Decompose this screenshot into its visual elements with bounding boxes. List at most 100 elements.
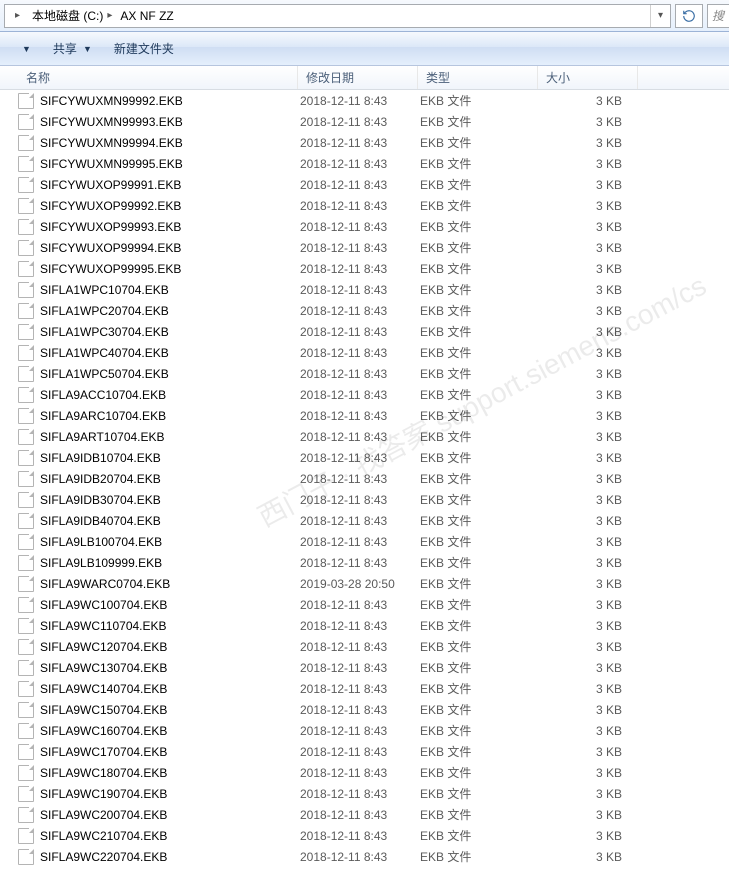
- file-name: SIFLA9IDB30704.EKB: [40, 493, 298, 507]
- column-date[interactable]: 修改日期: [298, 66, 418, 89]
- file-row[interactable]: SIFCYWUXOP99994.EKB2018-12-11 8:43EKB 文件…: [0, 237, 729, 258]
- file-date: 2018-12-11 8:43: [298, 241, 418, 255]
- file-row[interactable]: SIFLA9WC190704.EKB2018-12-11 8:43EKB 文件3…: [0, 783, 729, 804]
- file-row[interactable]: SIFLA9LB100704.EKB2018-12-11 8:43EKB 文件3…: [0, 531, 729, 552]
- file-size: 3 KB: [538, 136, 630, 150]
- column-type[interactable]: 类型: [418, 66, 538, 89]
- column-label: 名称: [26, 69, 50, 86]
- file-row[interactable]: SIFLA9WC220704.EKB2018-12-11 8:43EKB 文件3…: [0, 846, 729, 867]
- file-type: EKB 文件: [418, 533, 538, 550]
- file-icon: [18, 513, 34, 529]
- file-row[interactable]: SIFCYWUXMN99993.EKB2018-12-11 8:43EKB 文件…: [0, 111, 729, 132]
- file-row[interactable]: SIFLA1WPC30704.EKB2018-12-11 8:43EKB 文件3…: [0, 321, 729, 342]
- file-date: 2018-12-11 8:43: [298, 703, 418, 717]
- address-dropdown-button[interactable]: ▾: [650, 5, 670, 27]
- file-size: 3 KB: [538, 157, 630, 171]
- file-name: SIFLA9WARC0704.EKB: [40, 577, 298, 591]
- file-size: 3 KB: [538, 493, 630, 507]
- file-type: EKB 文件: [418, 113, 538, 130]
- file-type: EKB 文件: [418, 659, 538, 676]
- share-button[interactable]: 共享 ▼: [47, 37, 98, 60]
- file-row[interactable]: SIFCYWUXMN99995.EKB2018-12-11 8:43EKB 文件…: [0, 153, 729, 174]
- file-type: EKB 文件: [418, 764, 538, 781]
- file-date: 2018-12-11 8:43: [298, 619, 418, 633]
- column-name[interactable]: 名称: [18, 66, 298, 89]
- file-row[interactable]: SIFCYWUXMN99992.EKB2018-12-11 8:43EKB 文件…: [0, 90, 729, 111]
- file-row[interactable]: SIFCYWUXMN99994.EKB2018-12-11 8:43EKB 文件…: [0, 132, 729, 153]
- file-row[interactable]: SIFLA9WC120704.EKB2018-12-11 8:43EKB 文件3…: [0, 636, 729, 657]
- file-row[interactable]: SIFLA9WC110704.EKB2018-12-11 8:43EKB 文件3…: [0, 615, 729, 636]
- file-icon: [18, 765, 34, 781]
- file-row[interactable]: SIFLA9IDB20704.EKB2018-12-11 8:43EKB 文件3…: [0, 468, 729, 489]
- file-row[interactable]: SIFLA9WC150704.EKB2018-12-11 8:43EKB 文件3…: [0, 699, 729, 720]
- file-icon: [18, 639, 34, 655]
- file-row[interactable]: SIFLA9WC100704.EKB2018-12-11 8:43EKB 文件3…: [0, 594, 729, 615]
- column-size[interactable]: 大小: [538, 66, 638, 89]
- file-row[interactable]: SIFLA1WPC50704.EKB2018-12-11 8:43EKB 文件3…: [0, 363, 729, 384]
- file-row[interactable]: SIFLA9WARC0704.EKB2019-03-28 20:50EKB 文件…: [0, 573, 729, 594]
- refresh-icon: [682, 9, 696, 23]
- file-type: EKB 文件: [418, 386, 538, 403]
- file-row[interactable]: SIFLA9WC140704.EKB2018-12-11 8:43EKB 文件3…: [0, 678, 729, 699]
- file-row[interactable]: SIFLA9IDB30704.EKB2018-12-11 8:43EKB 文件3…: [0, 489, 729, 510]
- file-date: 2018-12-11 8:43: [298, 808, 418, 822]
- file-size: 3 KB: [538, 199, 630, 213]
- file-row[interactable]: SIFCYWUXOP99992.EKB2018-12-11 8:43EKB 文件…: [0, 195, 729, 216]
- file-icon: [18, 198, 34, 214]
- file-date: 2018-12-11 8:43: [298, 598, 418, 612]
- file-row[interactable]: SIFLA9WC170704.EKB2018-12-11 8:43EKB 文件3…: [0, 741, 729, 762]
- file-icon: [18, 807, 34, 823]
- file-date: 2018-12-11 8:43: [298, 493, 418, 507]
- search-input[interactable]: 搜: [707, 4, 729, 28]
- file-name: SIFLA1WPC30704.EKB: [40, 325, 298, 339]
- file-size: 3 KB: [538, 262, 630, 276]
- toolbar-dropdown[interactable]: ▼: [10, 41, 37, 57]
- file-row[interactable]: SIFLA9ART10704.EKB2018-12-11 8:43EKB 文件3…: [0, 426, 729, 447]
- file-row[interactable]: SIFLA9WC160704.EKB2018-12-11 8:43EKB 文件3…: [0, 720, 729, 741]
- file-type: EKB 文件: [418, 596, 538, 613]
- file-row[interactable]: SIFLA9LB109999.EKB2018-12-11 8:43EKB 文件3…: [0, 552, 729, 573]
- file-row[interactable]: SIFCYWUXOP99995.EKB2018-12-11 8:43EKB 文件…: [0, 258, 729, 279]
- file-icon: [18, 177, 34, 193]
- file-date: 2018-12-11 8:43: [298, 283, 418, 297]
- file-row[interactable]: SIFLA9IDB40704.EKB2018-12-11 8:43EKB 文件3…: [0, 510, 729, 531]
- chevron-right-icon[interactable]: ▸: [9, 5, 26, 27]
- file-date: 2018-12-11 8:43: [298, 262, 418, 276]
- breadcrumb-item-folder[interactable]: AX NF ZZ: [114, 5, 175, 27]
- file-row[interactable]: SIFCYWUXOP99993.EKB2018-12-11 8:43EKB 文件…: [0, 216, 729, 237]
- file-type: EKB 文件: [418, 827, 538, 844]
- file-row[interactable]: SIFLA9WC180704.EKB2018-12-11 8:43EKB 文件3…: [0, 762, 729, 783]
- file-name: SIFCYWUXMN99994.EKB: [40, 136, 298, 150]
- file-icon: [18, 240, 34, 256]
- breadcrumb[interactable]: ▸ 本地磁盘 (C:) ▸ AX NF ZZ ▾: [4, 4, 671, 28]
- file-size: 3 KB: [538, 472, 630, 486]
- file-type: EKB 文件: [418, 155, 538, 172]
- file-date: 2018-12-11 8:43: [298, 136, 418, 150]
- file-row[interactable]: SIFLA9IDB10704.EKB2018-12-11 8:43EKB 文件3…: [0, 447, 729, 468]
- file-size: 3 KB: [538, 703, 630, 717]
- file-row[interactable]: SIFCYWUXOP99991.EKB2018-12-11 8:43EKB 文件…: [0, 174, 729, 195]
- file-icon: [18, 114, 34, 130]
- new-folder-button[interactable]: 新建文件夹: [108, 37, 180, 60]
- file-date: 2018-12-11 8:43: [298, 850, 418, 864]
- file-date: 2018-12-11 8:43: [298, 115, 418, 129]
- file-row[interactable]: SIFLA9ACC10704.EKB2018-12-11 8:43EKB 文件3…: [0, 384, 729, 405]
- file-row[interactable]: SIFLA9WC200704.EKB2018-12-11 8:43EKB 文件3…: [0, 804, 729, 825]
- file-type: EKB 文件: [418, 722, 538, 739]
- file-name: SIFLA9WC190704.EKB: [40, 787, 298, 801]
- file-icon: [18, 156, 34, 172]
- file-row[interactable]: SIFLA1WPC10704.EKB2018-12-11 8:43EKB 文件3…: [0, 279, 729, 300]
- breadcrumb-item-disk[interactable]: 本地磁盘 (C:) ▸: [26, 5, 114, 27]
- file-row[interactable]: SIFLA9ARC10704.EKB2018-12-11 8:43EKB 文件3…: [0, 405, 729, 426]
- file-type: EKB 文件: [418, 491, 538, 508]
- refresh-button[interactable]: [675, 4, 703, 28]
- file-row[interactable]: SIFLA1WPC20704.EKB2018-12-11 8:43EKB 文件3…: [0, 300, 729, 321]
- file-size: 3 KB: [538, 241, 630, 255]
- file-row[interactable]: SIFLA9WC130704.EKB2018-12-11 8:43EKB 文件3…: [0, 657, 729, 678]
- column-headers: 名称 修改日期 类型 大小: [0, 66, 729, 90]
- file-row[interactable]: SIFLA9WC210704.EKB2018-12-11 8:43EKB 文件3…: [0, 825, 729, 846]
- file-size: 3 KB: [538, 346, 630, 360]
- file-name: SIFLA9IDB40704.EKB: [40, 514, 298, 528]
- file-row[interactable]: SIFLA1WPC40704.EKB2018-12-11 8:43EKB 文件3…: [0, 342, 729, 363]
- file-type: EKB 文件: [418, 218, 538, 235]
